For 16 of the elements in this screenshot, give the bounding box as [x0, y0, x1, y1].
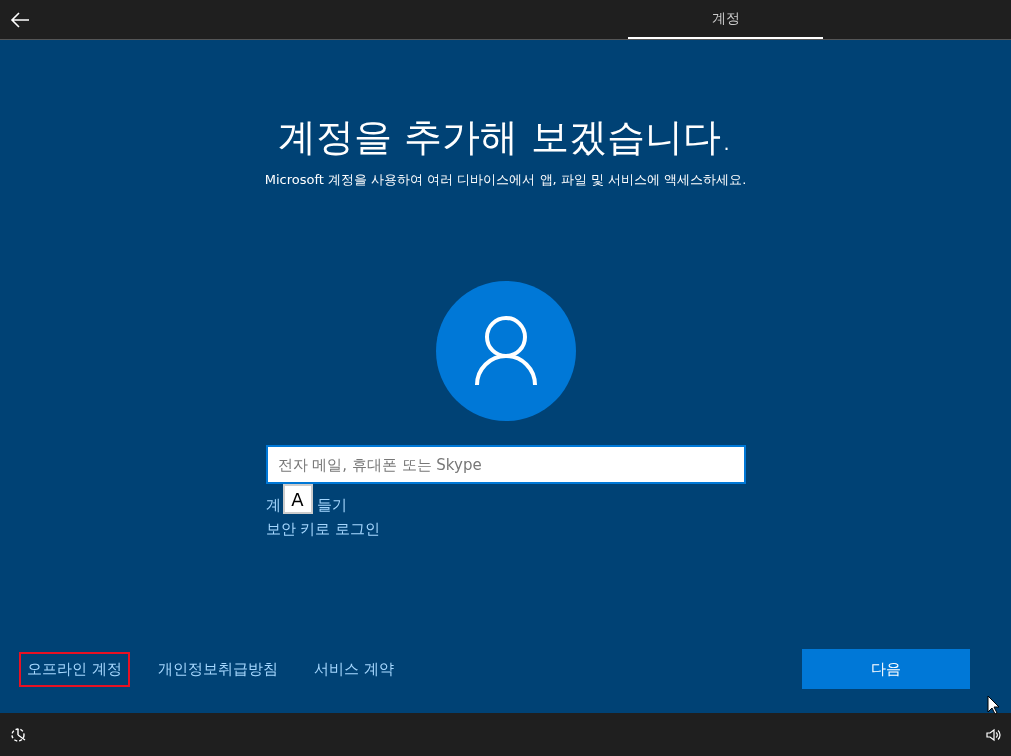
footer-link[interactable]: 서비스 계약: [305, 651, 402, 687]
volume-icon[interactable]: [985, 726, 1001, 743]
footer-link[interactable]: 오프라인 계정: [19, 651, 130, 687]
create-account-link-text[interactable]: 들기: [316, 493, 347, 517]
back-arrow-icon: [10, 11, 30, 28]
accessibility-icon[interactable]: [10, 725, 28, 744]
mouse-cursor-icon: [987, 695, 1001, 715]
security-key-link[interactable]: 보안 키로 로그인: [265, 517, 381, 541]
input-mode-tooltip: A: [282, 484, 313, 514]
create-account-link-text[interactable]: 계: [265, 493, 281, 517]
footer-link[interactable]: 개인정보취급방침: [149, 651, 286, 687]
subtitle: Microsoft 계정을 사용하여 여러 디바이스에서 앱, 파일 및 서비스에 액세스하세요.: [264, 171, 747, 189]
sign-in-field[interactable]: 전자 메일, 휴대폰 또는 Skype: [265, 445, 746, 484]
next-button[interactable]: 다음: [802, 649, 970, 689]
page-heading: 계정을 추가해 보겠습니다.: [278, 114, 733, 161]
tab[interactable]: 계정: [628, 0, 823, 39]
